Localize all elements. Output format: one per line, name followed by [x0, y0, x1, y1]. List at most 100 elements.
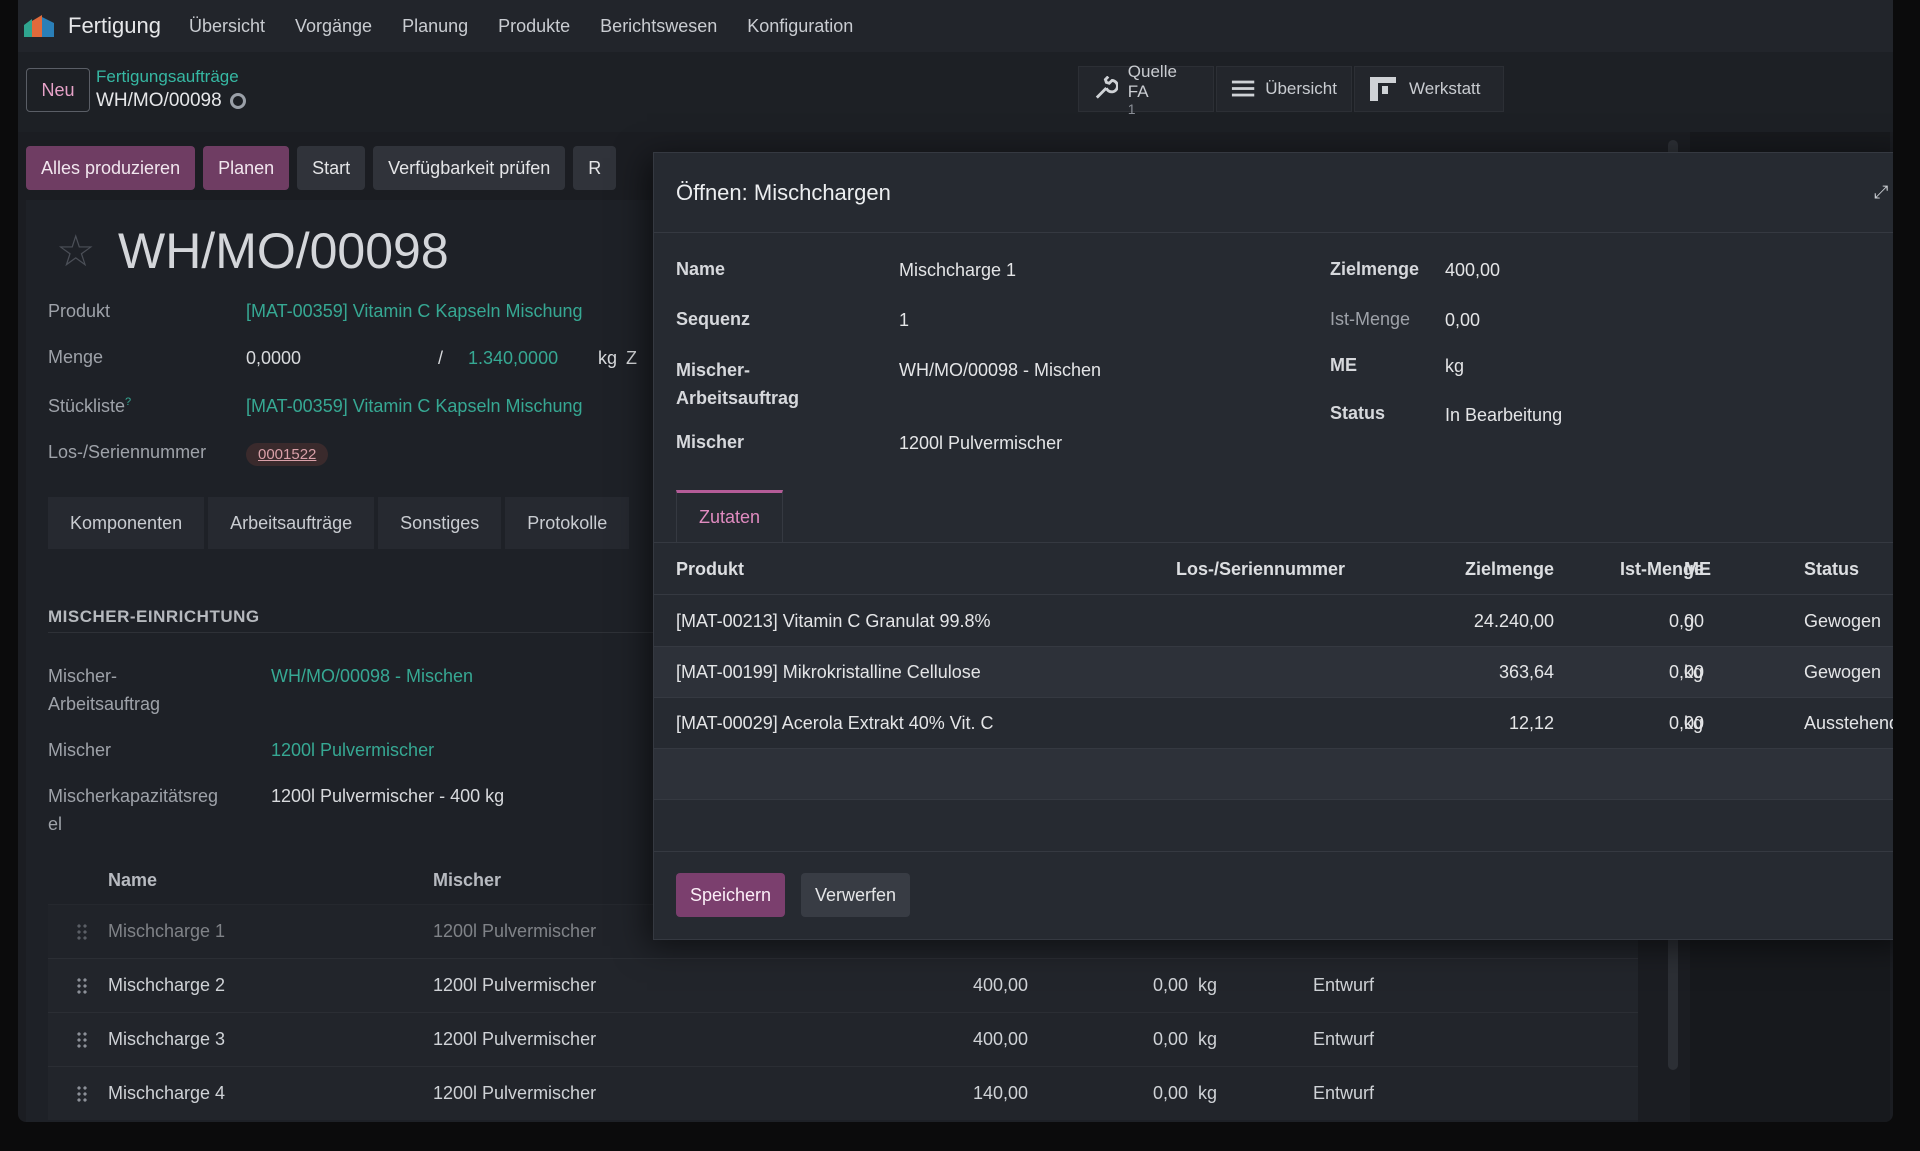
- sequence-field[interactable]: 1: [899, 310, 909, 331]
- breadcrumb-parent[interactable]: Fertigungsaufträge: [96, 67, 239, 87]
- new-button[interactable]: Neu: [26, 68, 90, 112]
- smart-workshop-label: Werkstatt: [1409, 79, 1481, 98]
- app-brand[interactable]: Fertigung: [22, 13, 189, 39]
- batch-uom: kg: [1198, 1029, 1218, 1049]
- produce-all-button[interactable]: Alles produzieren: [26, 146, 196, 190]
- table-row[interactable]: [MAT-00199] Mikrokristalline Cellulose 3…: [654, 647, 1893, 698]
- batch-mixer: 1200l Pulvermischer: [433, 921, 597, 941]
- more-action-button[interactable]: R: [573, 146, 617, 190]
- drag-handle-icon[interactable]: [76, 977, 88, 995]
- quantity-label: Menge: [48, 347, 104, 367]
- col-status[interactable]: Status: [1804, 559, 1859, 580]
- smart-overview-label: Übersicht: [1265, 79, 1337, 98]
- col-actual[interactable]: Ist-Menge: [1564, 559, 1704, 580]
- star-icon[interactable]: ☆: [56, 230, 100, 274]
- status-label: Status: [1330, 403, 1386, 423]
- batch-actual: 0,00: [1152, 975, 1188, 995]
- dialog-footer-divider: [654, 851, 1893, 852]
- workorder-field[interactable]: WH/MO/00098 - Mischen: [899, 360, 1101, 381]
- batch-status: Entwurf: [1313, 1083, 1375, 1103]
- menu-products[interactable]: Produkte: [498, 16, 570, 37]
- drag-handle-icon[interactable]: [76, 1085, 88, 1103]
- table-row[interactable]: [MAT-00029] Acerola Extrakt 40% Vit. C 1…: [654, 698, 1893, 749]
- col-name[interactable]: Name: [108, 870, 157, 891]
- table-row[interactable]: Mischcharge 2 1200l Pulvermischer 400,00…: [48, 958, 1638, 1012]
- ingredient-status: Ausstehend: [1804, 713, 1893, 733]
- ingredients-header: Produkt Los-/Seriennummer Zielmenge Ist-…: [654, 543, 1893, 595]
- name-field[interactable]: Mischcharge 1: [899, 260, 1016, 281]
- target-qty-field[interactable]: 400,00: [1445, 260, 1500, 281]
- menu-operations[interactable]: Vorgänge: [295, 16, 372, 37]
- product-label: Produkt: [48, 301, 111, 321]
- wrench-icon: [1095, 76, 1118, 99]
- actual-qty-label: Ist-Menge: [1330, 309, 1411, 329]
- col-uom[interactable]: ME: [1684, 559, 1711, 580]
- batch-status: Entwurf: [1313, 975, 1375, 995]
- col-product[interactable]: Produkt: [676, 559, 744, 580]
- tab-ingredients[interactable]: Zutaten: [676, 490, 784, 542]
- product-value[interactable]: [MAT-00359] Vitamin C Kapseln Mischung: [246, 301, 583, 322]
- menu-reporting[interactable]: Berichtswesen: [600, 16, 717, 37]
- batch-target: 400,00: [972, 975, 1028, 995]
- uom-label: ME: [1330, 355, 1357, 375]
- batch-name: Mischcharge 3: [108, 1029, 226, 1049]
- start-button[interactable]: Start: [297, 146, 366, 190]
- table-row[interactable]: Mischcharge 4 1200l Pulvermischer 140,00…: [48, 1066, 1638, 1120]
- bom-label-text: Stückliste: [48, 396, 126, 416]
- help-icon[interactable]: ?: [125, 396, 131, 408]
- batch-uom: kg: [1198, 975, 1218, 995]
- control-panel: Neu Fertigungsaufträge WH/MO/00098 Quell…: [18, 52, 1893, 132]
- tab-misc[interactable]: Sonstiges: [378, 497, 502, 549]
- batch-mixer: 1200l Pulvermischer: [433, 1029, 597, 1049]
- mixer-value[interactable]: 1200l Pulvermischer: [271, 740, 434, 761]
- tab-workorders[interactable]: Arbeitsaufträge: [208, 497, 375, 549]
- top-navbar: Fertigung Übersicht Vorgänge Planung Pro…: [18, 0, 1893, 52]
- dialog-header: Öffnen: Mischchargen ⤢: [654, 153, 1893, 233]
- mixer-workorder-value[interactable]: WH/MO/00098 - Mischen: [271, 666, 473, 687]
- ingredient-product: [MAT-00029] Acerola Extrakt 40% Vit. C: [676, 713, 994, 733]
- quantity-done[interactable]: 0,0000: [246, 348, 301, 369]
- drag-handle-icon[interactable]: [76, 923, 88, 941]
- breadcrumb-current: WH/MO/00098: [96, 90, 246, 112]
- mixer-field[interactable]: 1200l Pulvermischer: [899, 433, 1062, 454]
- save-button[interactable]: Speichern: [676, 873, 786, 917]
- col-mixer[interactable]: Mischer: [433, 870, 501, 891]
- col-target[interactable]: Zielmenge: [1414, 559, 1554, 580]
- ingredient-product: [MAT-00199] Mikrokristalline Cellulose: [676, 662, 981, 682]
- ingredient-actual: 0,00: [1668, 713, 1704, 733]
- mixer-label: Mischer: [676, 432, 745, 452]
- table-row[interactable]: [MAT-00213] Vitamin C Granulat 99.8% 24.…: [654, 596, 1893, 647]
- menu-configuration[interactable]: Konfiguration: [747, 16, 853, 37]
- tab-components[interactable]: Komponenten: [48, 497, 205, 549]
- table-row[interactable]: Mischcharge 3 1200l Pulvermischer 400,00…: [48, 1012, 1638, 1066]
- menu-overview[interactable]: Übersicht: [189, 16, 265, 37]
- tab-logs[interactable]: Protokolle: [505, 497, 630, 549]
- smart-button-workshop[interactable]: Werkstatt: [1354, 66, 1504, 112]
- expand-icon[interactable]: ⤢: [1874, 183, 1892, 201]
- list-icon: [1231, 80, 1255, 97]
- col-lot[interactable]: Los-/Seriennummer: [1176, 559, 1345, 580]
- manufacturing-app-icon: [22, 13, 56, 39]
- plan-button[interactable]: Planen: [203, 146, 290, 190]
- name-label: Name: [676, 259, 726, 279]
- batch-name: Mischcharge 4: [108, 1083, 226, 1103]
- app-window: Fertigung Übersicht Vorgänge Planung Pro…: [18, 0, 1893, 1122]
- drag-handle-icon[interactable]: [76, 1031, 88, 1049]
- smart-button-source[interactable]: Quelle FA 1: [1078, 62, 1214, 116]
- bom-label: Stückliste?: [48, 396, 131, 417]
- discard-button[interactable]: Verwerfen: [801, 873, 911, 917]
- ingredient-status: Gewogen: [1804, 662, 1882, 682]
- quantity-more: Z: [626, 348, 637, 368]
- gear-icon[interactable]: [229, 93, 246, 109]
- lot-badge[interactable]: 0001522: [246, 443, 329, 466]
- smart-button-overview[interactable]: Übersicht: [1216, 66, 1352, 112]
- menu-planning[interactable]: Planung: [402, 16, 468, 37]
- mixer-capacity-value[interactable]: 1200l Pulvermischer - 400 kg: [271, 786, 504, 807]
- quantity-target[interactable]: 1.340,0000: [468, 348, 558, 369]
- check-availability-button[interactable]: Verfügbarkeit prüfen: [373, 146, 566, 190]
- uom-field[interactable]: kg: [1445, 356, 1464, 377]
- mixer-label: Mischer: [48, 740, 112, 760]
- bom-value[interactable]: [MAT-00359] Vitamin C Kapseln Mischung: [246, 396, 583, 417]
- batch-actual: 0,00: [1152, 1083, 1188, 1103]
- ingredient-uom: kg: [1684, 713, 1704, 733]
